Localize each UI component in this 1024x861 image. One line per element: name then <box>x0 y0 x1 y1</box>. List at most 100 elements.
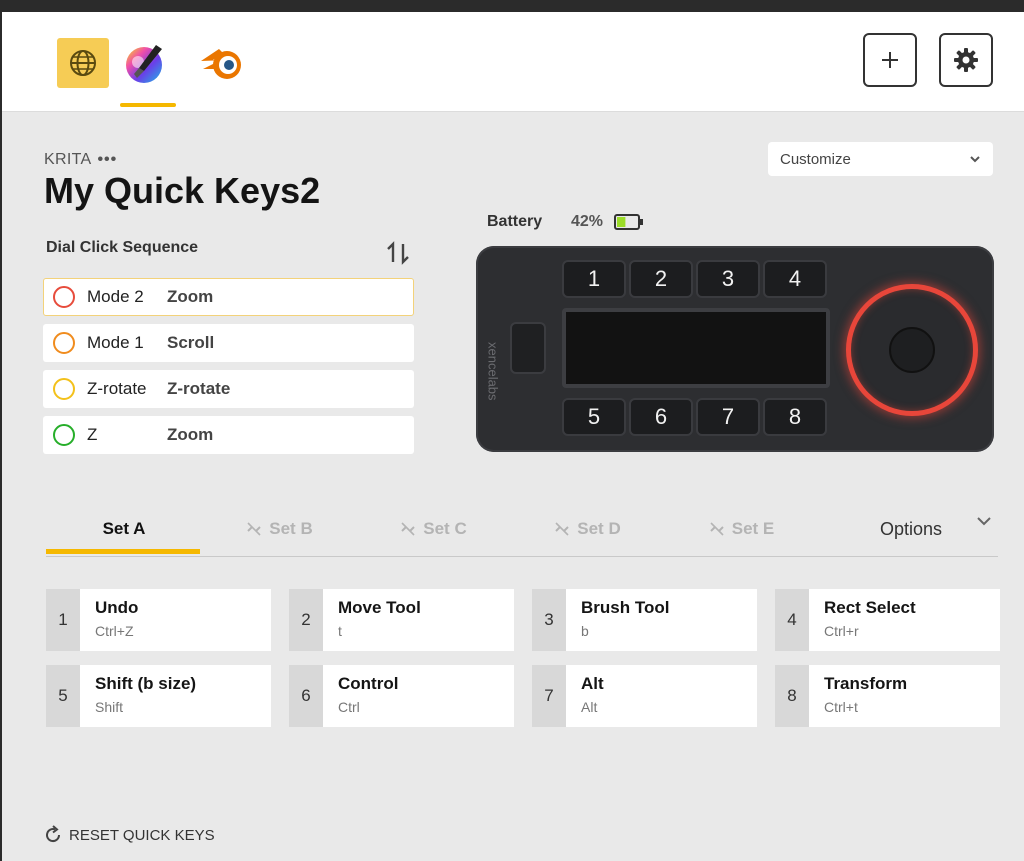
device-key-3[interactable]: 3 <box>696 260 760 298</box>
dial-sequence-list: Mode 2 Zoom Mode 1 Scroll Z-rotate Z-rot… <box>43 278 414 462</box>
add-app-button[interactable] <box>863 33 917 87</box>
app-tab-blender[interactable] <box>196 38 248 88</box>
reset-label: RESET QUICK KEYS <box>69 826 215 844</box>
gear-icon <box>954 48 978 72</box>
reorder-icon[interactable] <box>384 240 412 266</box>
tab-label: Set E <box>731 519 775 538</box>
key-number: 4 <box>775 589 809 651</box>
key-number: 1 <box>46 589 80 651</box>
key-number: 6 <box>289 665 323 727</box>
key-shortcut: t <box>338 623 342 639</box>
mode-color-icon <box>53 286 75 308</box>
key-shortcut: b <box>581 623 589 639</box>
key-number: 2 <box>289 589 323 651</box>
chevron-down-icon <box>970 156 980 163</box>
device-key-1[interactable]: 1 <box>562 260 626 298</box>
device-key-8[interactable]: 8 <box>763 398 827 436</box>
unlinked-icon <box>710 522 724 536</box>
key-number: 3 <box>532 589 566 651</box>
refresh-icon <box>46 825 61 843</box>
unlinked-icon <box>401 522 415 536</box>
device-key-5[interactable]: 5 <box>562 398 626 436</box>
app-tab-krita[interactable] <box>118 38 170 88</box>
tab-set-a[interactable]: Set A <box>46 505 202 553</box>
key-action-name: Brush Tool <box>581 598 670 617</box>
device-key-7[interactable]: 7 <box>696 398 760 436</box>
dial-item[interactable]: Z Zoom <box>43 416 414 454</box>
key-number: 5 <box>46 665 80 727</box>
dial-center-button[interactable] <box>889 327 935 373</box>
key-action-name: Shift (b size) <box>95 674 197 693</box>
quick-key-card[interactable]: 3 Brush Tool b <box>532 589 757 651</box>
key-shortcut: Shift <box>95 699 124 715</box>
tab-set-b[interactable]: Set B <box>202 505 356 553</box>
app-toolbar <box>2 12 1024 112</box>
active-app-indicator <box>120 103 176 107</box>
dial-action: Z-rotate <box>167 379 231 398</box>
options-dropdown[interactable]: Options <box>880 505 942 553</box>
tab-label: Set D <box>577 519 621 538</box>
dial-mode: Z-rotate <box>87 379 147 398</box>
dial-action: Scroll <box>167 333 215 352</box>
active-tab-indicator <box>46 549 200 554</box>
key-shortcut: Ctrl <box>338 699 360 715</box>
customize-label: Customize <box>780 150 851 168</box>
key-number: 7 <box>532 665 566 727</box>
key-shortcut: Ctrl+Z <box>95 623 134 639</box>
key-action-name: Rect Select <box>824 598 916 617</box>
app-name: KRITA ••• <box>44 151 117 169</box>
dial-item[interactable]: Mode 1 Scroll <box>43 324 414 362</box>
battery-percent: 42% <box>571 213 604 230</box>
customize-dropdown[interactable]: Customize <box>768 142 993 176</box>
battery-icon <box>614 214 643 230</box>
settings-button[interactable] <box>939 33 993 87</box>
quick-key-card[interactable]: 5 Shift (b size) Shift <box>46 665 271 727</box>
device-key-6[interactable]: 6 <box>629 398 693 436</box>
key-action-name: Undo <box>95 598 139 617</box>
dial-mode: Mode 1 <box>87 333 144 352</box>
key-shortcut: Alt <box>581 699 598 715</box>
tab-label: Set B <box>269 519 313 538</box>
mode-color-icon <box>53 424 75 446</box>
chevron-down-icon[interactable] <box>976 515 992 527</box>
quick-key-card[interactable]: 8 Transform Ctrl+t <box>775 665 1000 727</box>
app-name-label: KRITA <box>44 151 92 168</box>
dial-mode: Z <box>87 425 98 444</box>
quick-key-card[interactable]: 4 Rect Select Ctrl+r <box>775 589 1000 651</box>
key-number: 8 <box>775 665 809 727</box>
device-brand: xencelabs <box>485 341 501 401</box>
tab-set-e[interactable]: Set E <box>664 505 818 553</box>
dial-item[interactable]: Mode 2 Zoom <box>43 278 414 316</box>
unlinked-icon <box>555 522 569 536</box>
tab-set-d[interactable]: Set D <box>510 505 664 553</box>
key-action-name: Control <box>338 674 399 693</box>
tab-label: Set C <box>423 519 467 538</box>
device-key-2[interactable]: 2 <box>629 260 693 298</box>
key-action-name: Move Tool <box>338 598 421 617</box>
quick-key-card[interactable]: 1 Undo Ctrl+Z <box>46 589 271 651</box>
dial-item[interactable]: Z-rotate Z-rotate <box>43 370 414 408</box>
device-side-button[interactable] <box>510 322 546 374</box>
key-shortcut: Ctrl+r <box>824 623 859 639</box>
blender-icon <box>201 49 241 79</box>
dial-mode: Mode 2 <box>87 287 144 306</box>
app-tab-global[interactable] <box>57 38 109 88</box>
plus-icon <box>882 52 898 68</box>
tab-set-c[interactable]: Set C <box>356 505 510 553</box>
reset-quick-keys-button[interactable]: RESET QUICK KEYS <box>43 825 215 845</box>
device-dial[interactable] <box>846 284 978 416</box>
more-options-button[interactable]: ••• <box>97 151 117 168</box>
key-action-name: Alt <box>581 674 604 693</box>
globe-icon <box>70 50 96 76</box>
device-key-4[interactable]: 4 <box>763 260 827 298</box>
key-action-name: Transform <box>824 674 908 693</box>
quick-key-card[interactable]: 2 Move Tool t <box>289 589 514 651</box>
quick-key-card[interactable]: 6 Control Ctrl <box>289 665 514 727</box>
mode-color-icon <box>53 332 75 354</box>
unlinked-icon <box>247 522 261 536</box>
dial-action: Zoom <box>167 287 214 306</box>
battery-label: Battery <box>487 213 543 230</box>
window-edge <box>0 12 2 861</box>
quick-key-card[interactable]: 7 Alt Alt <box>532 665 757 727</box>
dial-sequence-heading: Dial Click Sequence <box>46 239 199 256</box>
